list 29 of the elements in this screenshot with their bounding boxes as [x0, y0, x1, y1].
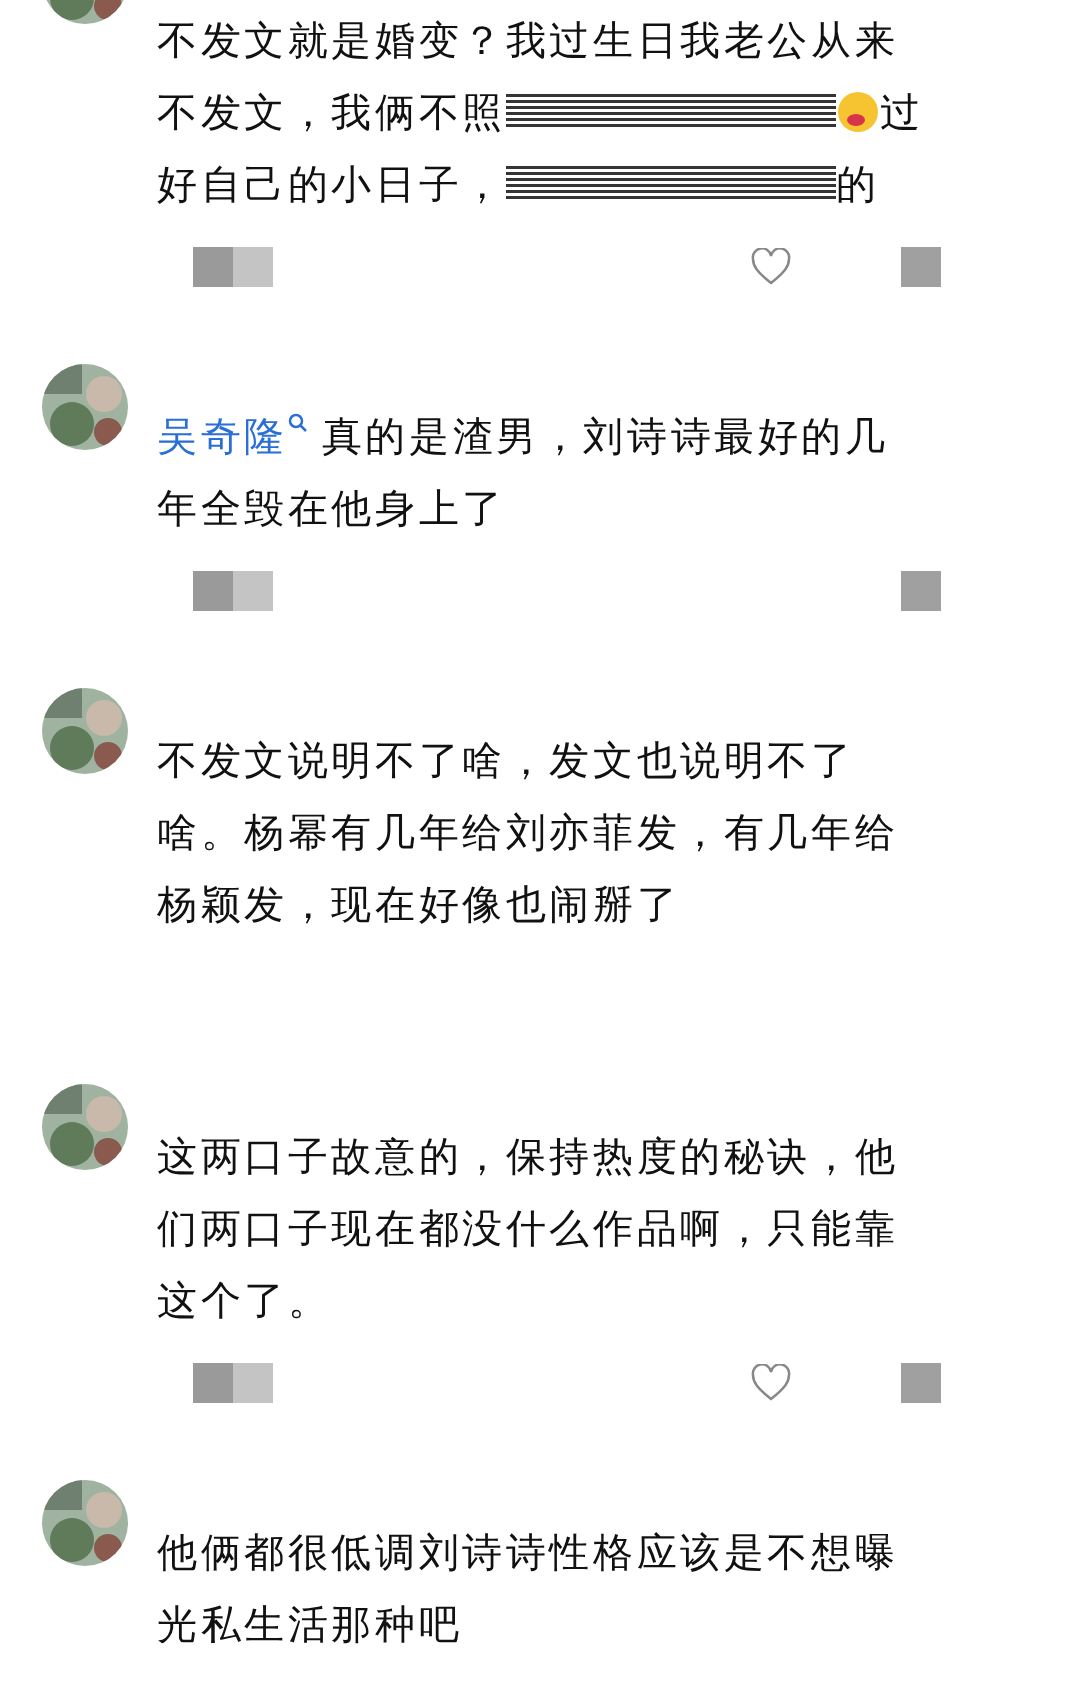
- emoji-icon: [835, 90, 880, 134]
- comment-text: 年全毁在他身上了: [157, 483, 506, 533]
- comment-text: 过: [879, 87, 924, 137]
- redaction-block: [901, 571, 941, 611]
- comment-text: 好自己的小日子，: [157, 159, 506, 209]
- comment-text: 这两口子故意的，保持热度的秘诀，他: [157, 1131, 899, 1181]
- comment-text: 真的是渣男，刘诗诗最好的几: [321, 411, 889, 461]
- redaction-block: [233, 1363, 273, 1403]
- heart-icon[interactable]: [751, 1364, 791, 1402]
- redaction-block: [193, 247, 233, 287]
- redaction-block: [233, 571, 273, 611]
- redaction-block: [901, 247, 941, 287]
- redaction-block: [233, 247, 273, 287]
- comment-text: 不发文说明不了啥，发文也说明不了: [157, 735, 855, 785]
- heart-icon[interactable]: [751, 248, 791, 286]
- comment-text: 的: [835, 159, 880, 209]
- comment-text: 啥。杨幂有几年给刘亦菲发，有几年给: [157, 807, 899, 857]
- mention-link[interactable]: 吴奇隆: [157, 408, 322, 464]
- comment-text: 不发文就是婚变？我过生日我老公从来: [157, 15, 899, 65]
- comment-text: 他俩都很低调刘诗诗性格应该是不想曝: [157, 1527, 899, 1577]
- comment-text: 光私生活那种吧: [157, 1599, 463, 1649]
- comment-text: 不发文，我俩不照: [157, 87, 506, 137]
- search-icon: [287, 412, 308, 433]
- comment-text: 这个了。: [157, 1275, 332, 1325]
- comment-text: 杨颖发，现在好像也闹掰了: [157, 879, 681, 929]
- redaction-block: [193, 571, 233, 611]
- comment-text: 们两口子现在都没什么作品啊，只能靠: [157, 1203, 899, 1253]
- redaction-block: [901, 1363, 941, 1403]
- redaction-block: [193, 1363, 233, 1403]
